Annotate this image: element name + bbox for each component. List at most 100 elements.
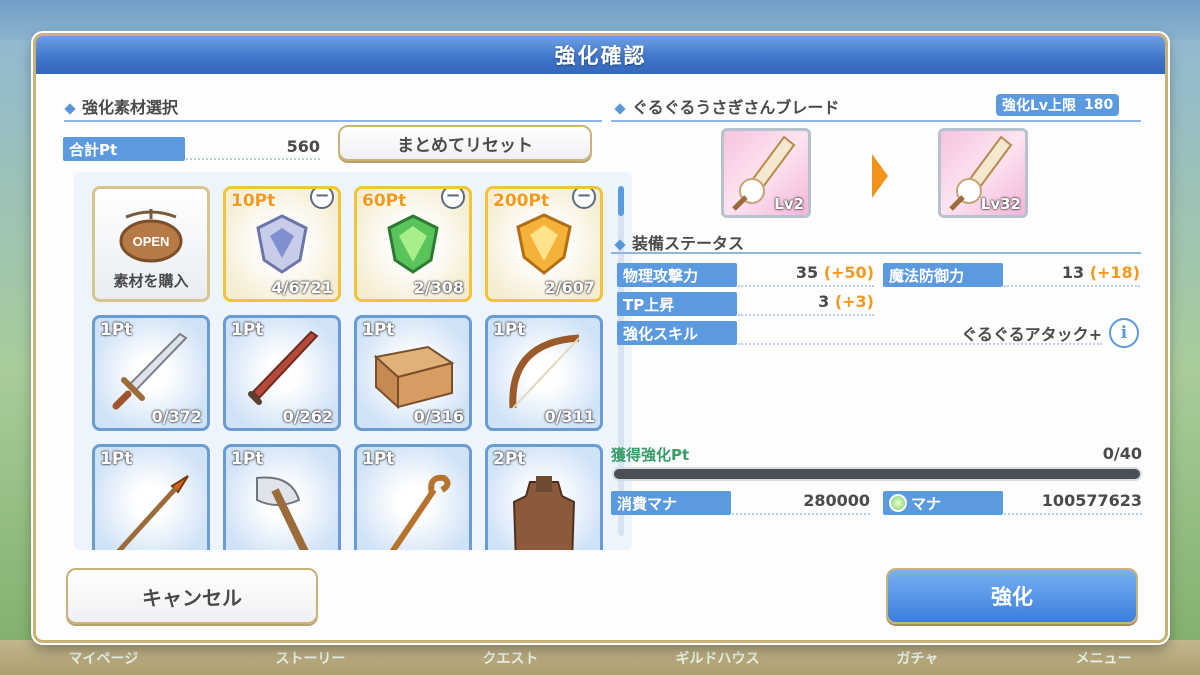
materials-heading-divider bbox=[64, 120, 602, 122]
material-slot[interactable]: 1Pt bbox=[223, 444, 341, 550]
material-slot[interactable]: 2Pt bbox=[485, 444, 603, 550]
mana-label: マナ bbox=[911, 494, 942, 513]
enhance-limit-badge: 強化Lv上限 180 bbox=[996, 94, 1120, 116]
material-slot[interactable]: 60Pt − 2/308 bbox=[354, 186, 472, 302]
enhance-button[interactable]: 強化 bbox=[886, 568, 1138, 624]
svg-text:OPEN: OPEN bbox=[133, 234, 170, 249]
enhance-limit-value: 180 bbox=[1084, 97, 1114, 113]
material-slot[interactable]: 1Pt 0/316 bbox=[354, 315, 472, 431]
buy-materials-button[interactable]: OPEN 素材を購入 bbox=[92, 186, 210, 302]
material-slot[interactable]: 1Pt 0/372 bbox=[92, 315, 210, 431]
material-pt: 1Pt bbox=[100, 449, 133, 469]
material-pt: 2Pt bbox=[493, 449, 526, 469]
gained-pt-value: 0/40 bbox=[1102, 444, 1142, 463]
material-pt: 1Pt bbox=[231, 320, 264, 340]
mana-label-box: マナ bbox=[883, 491, 1003, 515]
material-slot[interactable]: 200Pt − 2/607 bbox=[485, 186, 603, 302]
nav-quest: クエスト bbox=[482, 650, 539, 667]
diamond-icon bbox=[64, 102, 76, 115]
dialog-title-bar: 強化確認 bbox=[36, 36, 1165, 74]
stat-value: 3 (+3) bbox=[818, 292, 874, 311]
material-slot[interactable]: 10Pt − 4/6721 bbox=[223, 186, 341, 302]
nav-guildhouse: ギルドハウス bbox=[675, 650, 760, 667]
material-slot[interactable]: 1Pt 0/262 bbox=[223, 315, 341, 431]
skill-info-icon[interactable]: i bbox=[1109, 318, 1139, 348]
mana-dots bbox=[1004, 513, 1142, 515]
minus-button[interactable]: − bbox=[310, 189, 334, 209]
stat-value: 13 (+18) bbox=[1061, 263, 1140, 282]
total-pt-label: 合計Pt bbox=[63, 137, 185, 161]
armor-icon bbox=[512, 476, 576, 550]
material-count: 2/308 bbox=[413, 278, 464, 297]
material-slot[interactable]: 1Pt 0/311 bbox=[485, 315, 603, 431]
equipment-before-icon: Lv2 bbox=[721, 128, 811, 218]
nav-story: ストーリー bbox=[275, 650, 346, 667]
nav-gacha: ガチャ bbox=[896, 650, 939, 667]
equipment-name: ぐるぐるうさぎさんブレード bbox=[614, 94, 839, 118]
spear-icon bbox=[116, 475, 189, 550]
material-slot[interactable]: 1Pt bbox=[354, 444, 472, 550]
material-pt: 1Pt bbox=[493, 320, 526, 340]
material-pt: 1Pt bbox=[362, 320, 395, 340]
enhance-confirm-dialog: 強化確認 強化素材選択 合計Pt 560 まとめてリセット OPEN 素材を購入… bbox=[33, 33, 1168, 643]
stat-dots bbox=[738, 285, 874, 287]
stat-dots bbox=[738, 314, 874, 316]
open-sign-icon: OPEN bbox=[119, 209, 183, 263]
material-pt: 1Pt bbox=[100, 320, 133, 340]
stat-label: 魔法防御力 bbox=[883, 263, 1003, 287]
material-count: 0/262 bbox=[282, 407, 333, 426]
status-heading: 装備ステータス bbox=[614, 230, 744, 254]
gained-pt-label: 獲得強化Pt bbox=[611, 446, 690, 464]
total-pt-dots bbox=[186, 158, 320, 160]
nav-mypage: マイページ bbox=[68, 650, 139, 667]
wooden-box-icon bbox=[373, 345, 455, 410]
material-count: 2/607 bbox=[544, 278, 595, 297]
total-pt-value: 560 bbox=[286, 137, 320, 156]
material-pt: 1Pt bbox=[231, 449, 264, 469]
material-count: 4/6721 bbox=[271, 278, 333, 297]
axe-icon bbox=[256, 476, 309, 550]
scrollbar-thumb[interactable] bbox=[618, 186, 624, 216]
stat-label: 物理攻撃力 bbox=[617, 263, 737, 287]
material-slot[interactable]: 1Pt bbox=[92, 444, 210, 550]
gold-crystal-shield-icon bbox=[516, 213, 572, 275]
stat-label: TP上昇 bbox=[617, 292, 737, 316]
sword-icon bbox=[112, 332, 188, 410]
equipment-heading-divider bbox=[611, 120, 1141, 122]
material-pt: 1Pt bbox=[362, 449, 395, 469]
enhance-limit-label: 強化Lv上限 bbox=[1002, 98, 1077, 114]
buy-materials-label: 素材を購入 bbox=[113, 272, 189, 290]
status-heading-divider bbox=[611, 252, 1141, 254]
mana-cost-dots bbox=[732, 513, 870, 515]
cancel-button[interactable]: キャンセル bbox=[66, 568, 318, 624]
level-before: Lv2 bbox=[774, 195, 804, 213]
arrow-right-icon bbox=[872, 154, 888, 198]
background-nav-bar: マイページ ストーリー クエスト ギルドハウス ガチャ メニュー bbox=[0, 640, 1200, 675]
green-crystal-shield-icon bbox=[387, 214, 439, 274]
dialog-title: 強化確認 bbox=[554, 44, 647, 68]
skill-value: ぐるぐるアタック+ bbox=[961, 325, 1102, 344]
level-after: Lv32 bbox=[980, 195, 1021, 213]
material-count: 0/372 bbox=[151, 407, 202, 426]
material-count: 0/311 bbox=[544, 407, 595, 426]
material-grid: OPEN 素材を購入 10Pt − 4/6721 60Pt − 2/308 20… bbox=[74, 172, 632, 550]
reset-all-button[interactable]: まとめてリセット bbox=[338, 125, 592, 161]
minus-button[interactable]: − bbox=[441, 189, 465, 209]
material-count: 0/316 bbox=[413, 407, 464, 426]
material-pt: 200Pt bbox=[493, 191, 550, 211]
material-pt: 10Pt bbox=[231, 191, 276, 211]
equipment-after-icon: Lv32 bbox=[938, 128, 1028, 218]
skill-label: 強化スキル bbox=[617, 321, 737, 345]
diamond-icon bbox=[614, 238, 626, 251]
stat-dots bbox=[1004, 285, 1140, 287]
material-pt: 60Pt bbox=[362, 191, 407, 211]
mana-value: 100577623 bbox=[1041, 491, 1142, 510]
mana-cost-value: 280000 bbox=[803, 491, 870, 510]
stat-value: 35 (+50) bbox=[795, 263, 874, 282]
staff-icon bbox=[389, 475, 451, 550]
minus-button[interactable]: − bbox=[572, 189, 596, 209]
nav-menu: メニュー bbox=[1075, 650, 1132, 667]
diamond-icon bbox=[614, 102, 626, 115]
materials-heading: 強化素材選択 bbox=[64, 94, 178, 118]
mana-gem-icon bbox=[889, 494, 907, 512]
